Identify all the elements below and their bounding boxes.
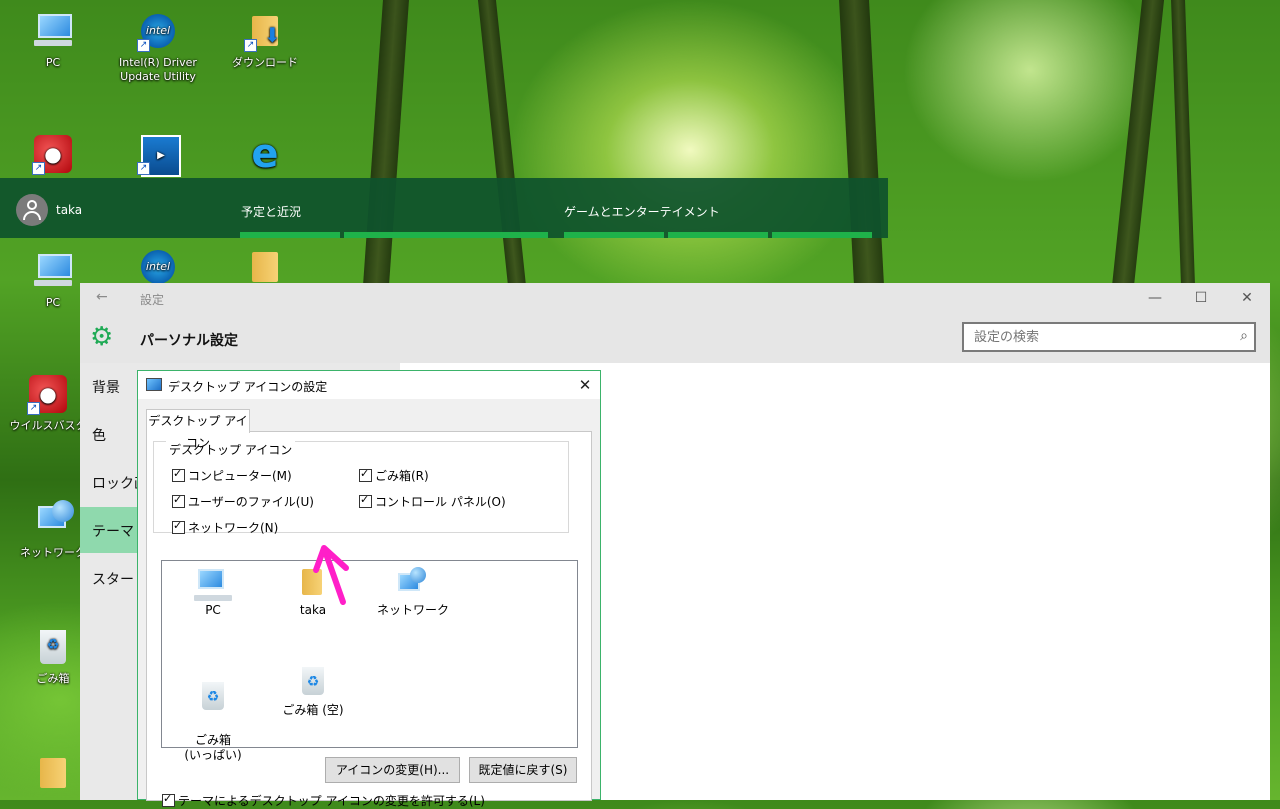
icon-list-label: PC: [205, 603, 221, 617]
nav-item-label: テーマ: [92, 524, 134, 540]
user-folder-icon: [40, 758, 66, 788]
checkbox-label: テーマによるデスクトップ アイコンの変更を許可する(L): [178, 794, 485, 808]
shortcut-arrow-icon: ↗: [244, 39, 257, 52]
maximize-button[interactable]: ☐: [1178, 283, 1224, 313]
icon-list[interactable]: PC taka ネットワーク ごみ箱 (いっぱい) ごみ箱 (空): [161, 560, 578, 762]
icon-list-item-recycle-full[interactable]: ごみ箱 (いっぱい): [168, 667, 258, 778]
change-icon-button[interactable]: アイコンの変更(H)...: [325, 757, 460, 783]
shortcut-arrow-icon: ↗: [32, 162, 45, 175]
computer-icon: [34, 254, 72, 286]
checkbox-user-files[interactable]: ユーザーのファイル(U): [172, 493, 314, 510]
dialog-titlebar: デスクトップ アイコンの設定 ✕: [138, 371, 600, 399]
desktop-icon-trend-micro[interactable]: ● ↗: [13, 133, 93, 179]
checkbox-allow-themes[interactable]: テーマによるデスクトップ アイコンの変更を許可する(L): [162, 792, 485, 809]
checkbox-recycle-bin[interactable]: ごみ箱(R): [359, 467, 429, 484]
icon-list-item-network[interactable]: ネットワーク: [368, 567, 458, 618]
desktop-icon-label: ウイルスバスタ: [9, 419, 87, 432]
shortcut-arrow-icon: ↗: [137, 39, 150, 52]
desktop-icon-label: Intel(R) Driver Update Utility: [119, 56, 197, 83]
tile[interactable]: [344, 232, 548, 238]
checkbox-label: コンピューター(M): [188, 469, 292, 483]
minimize-button[interactable]: —: [1132, 283, 1178, 313]
restore-default-button[interactable]: 既定値に戻す(S): [469, 757, 577, 783]
settings-search-box[interactable]: ⌕: [962, 322, 1256, 352]
globe-icon: [410, 567, 426, 583]
icon-list-item-pc[interactable]: PC: [168, 567, 258, 618]
desktop-icon-internet-explorer[interactable]: e: [223, 133, 303, 179]
recycle-bin-empty-icon: [302, 667, 324, 695]
nav-item-label: 背景: [92, 380, 120, 396]
icon-list-label: ごみ箱 (いっぱい): [184, 733, 242, 762]
nav-item-themes[interactable]: テーマ: [80, 507, 138, 553]
annotation-arrow-icon: [313, 545, 349, 605]
tile[interactable]: [564, 232, 664, 238]
tile[interactable]: [772, 232, 872, 238]
icon-list-item-recycle-empty[interactable]: ごみ箱 (空): [268, 667, 358, 718]
desktop-icon-intel-app[interactable]: ▶ ↗: [118, 133, 198, 179]
checkbox-label: コントロール パネル(O): [375, 495, 506, 509]
close-button[interactable]: ✕: [1224, 283, 1270, 313]
tab-desktop-icons[interactable]: デスクトップ アイコン: [146, 409, 250, 450]
icon-list-label: ネットワーク: [376, 603, 449, 617]
computer-icon: [194, 569, 232, 601]
shortcut-arrow-icon: ↗: [137, 162, 150, 175]
checkbox-box[interactable]: [162, 792, 175, 807]
checkbox-box[interactable]: [172, 467, 185, 482]
shortcut-arrow-icon: ↗: [27, 402, 40, 415]
desktop-icon-settings-dialog: デスクトップ アイコンの設定 ✕ デスクトップ アイコン デスクトップ アイコン…: [137, 370, 601, 808]
folder-icon: [252, 252, 278, 282]
search-icon[interactable]: ⌕: [1240, 328, 1248, 344]
checkbox-box[interactable]: [172, 519, 185, 534]
desktop-icon-label: ダウンロード: [232, 56, 298, 69]
tile-group-games[interactable]: ゲームとエンターテイメント: [564, 203, 720, 220]
checkbox-box[interactable]: [172, 493, 185, 508]
globe-icon: [52, 500, 74, 522]
checkbox-control-panel[interactable]: コントロール パネル(O): [359, 493, 506, 510]
icon-list-label: ごみ箱 (空): [282, 703, 344, 717]
internet-explorer-icon: e: [251, 131, 279, 177]
start-user-name[interactable]: taka: [56, 203, 82, 217]
checkbox-label: ユーザーのファイル(U): [188, 495, 314, 509]
computer-icon: [34, 14, 72, 46]
recycle-bin-full-icon: [202, 682, 224, 710]
start-menu-strip: taka 予定と近況 ゲームとエンターテイメント: [0, 178, 888, 238]
recycle-bin-icon: [40, 630, 66, 664]
checkbox-label: ネットワーク(N): [188, 521, 279, 535]
dialog-title: デスクトップ アイコンの設定: [168, 380, 328, 394]
page-title: パーソナル設定: [140, 333, 238, 349]
desktop-icon-intel-driver-utility[interactable]: intel ↗ Intel(R) Driver Update Utility: [118, 10, 198, 84]
gear-icon: ⚙: [90, 322, 114, 352]
desktop-icon-pc[interactable]: PC: [13, 10, 93, 70]
monitor-icon: [146, 378, 162, 391]
desktop-icon-virus-buster[interactable]: ● ↗ ウイルスバスタ: [8, 373, 88, 433]
checkbox-label: ごみ箱(R): [375, 469, 429, 483]
settings-titlebar: ← 設定 — ☐ ✕: [80, 283, 1270, 313]
tile[interactable]: [240, 232, 340, 238]
dialog-close-button[interactable]: ✕: [570, 371, 600, 399]
user-avatar-icon[interactable]: [16, 194, 48, 226]
checkbox-box[interactable]: [359, 493, 372, 508]
tile[interactable]: [668, 232, 768, 238]
desktop-icon-downloads[interactable]: ⬇ ↗ ダウンロード: [225, 10, 305, 70]
search-input[interactable]: [964, 324, 1244, 350]
back-arrow-icon[interactable]: ←: [96, 289, 108, 305]
checkbox-computer[interactable]: コンピューター(M): [172, 467, 292, 484]
checkbox-box[interactable]: [359, 467, 372, 482]
intel-update-icon: intel: [141, 250, 175, 284]
nav-item-label: 色: [92, 428, 106, 444]
desktop-icon-label: PC: [45, 56, 61, 69]
checkbox-network[interactable]: ネットワーク(N): [172, 519, 278, 536]
settings-header: ⚙ パーソナル設定 ⌕: [80, 313, 1270, 363]
download-arrow-icon: ⬇: [264, 23, 281, 47]
window-title: 設定: [140, 293, 165, 307]
tile-group-schedule[interactable]: 予定と近況: [241, 203, 301, 220]
